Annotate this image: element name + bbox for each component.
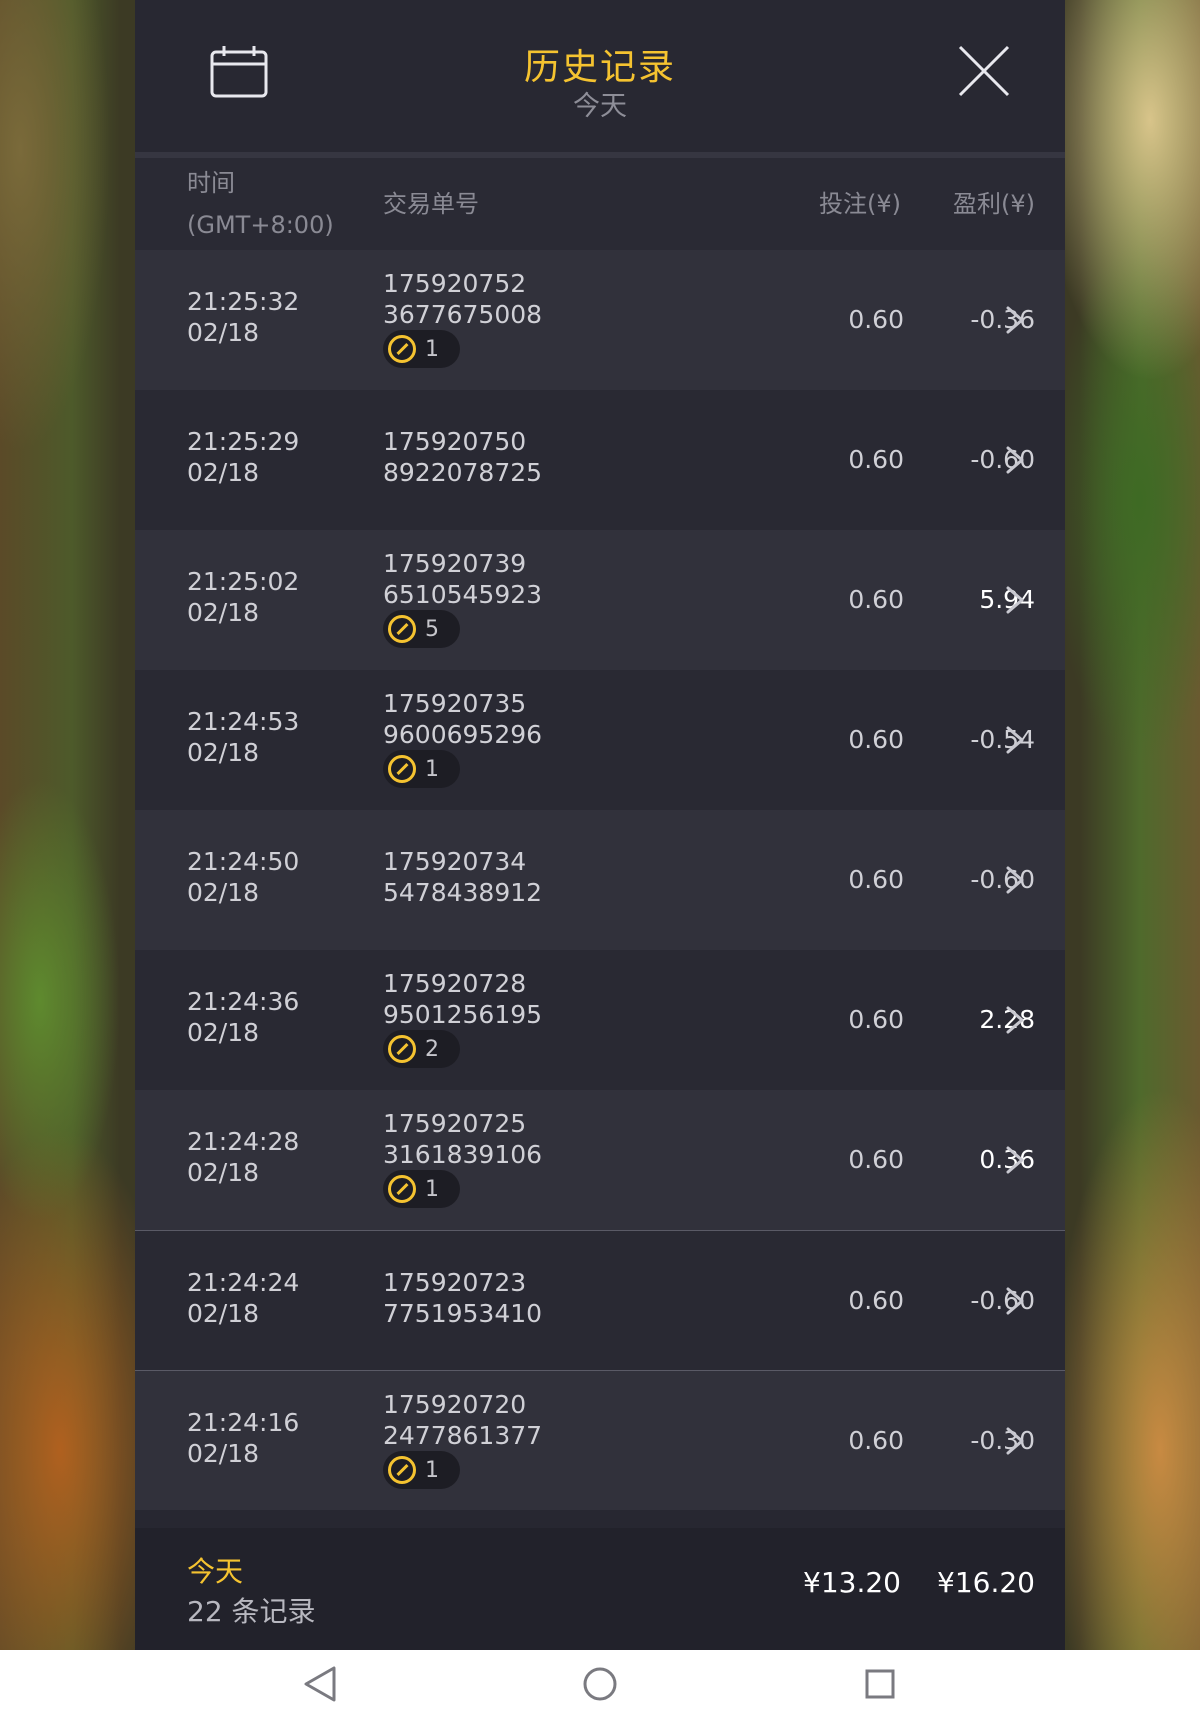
- history-list: 21:25:32 02/18 175920752 3677675008 1 0.60 -0.…: [135, 250, 1065, 1510]
- chevron-right-icon[interactable]: [1004, 1427, 1026, 1455]
- row-order-number: 175920750 8922078725: [383, 427, 543, 487]
- table-row[interactable]: 21:24:53 02/18 175920735 9600695296 1 0.60 -0.…: [135, 670, 1065, 810]
- row-time: 21:24:28 02/18: [187, 1127, 300, 1187]
- close-icon[interactable]: [957, 44, 1011, 98]
- chevron-right-icon[interactable]: [1004, 1146, 1026, 1174]
- total-profit: ¥16.20: [937, 1566, 1035, 1599]
- table-row[interactable]: 21:25:29 02/18 175920750 8922078725 0.60 -0.6…: [135, 390, 1065, 530]
- row-time: 21:25:29 02/18: [187, 427, 300, 487]
- badge-count: 1: [425, 1457, 439, 1483]
- row-order-number: 175920752 3677675008: [383, 269, 543, 329]
- chevron-right-icon[interactable]: [1004, 1006, 1026, 1034]
- date-filter-label: 今天: [573, 91, 627, 122]
- row-time: 21:24:50 02/18: [187, 847, 300, 907]
- badge-count: 1: [425, 1176, 439, 1202]
- chevron-right-icon[interactable]: [1004, 586, 1026, 614]
- free-spin-badge: 1: [383, 1451, 460, 1489]
- row-order-number: 175920725 3161839106: [383, 1109, 543, 1169]
- badge-count: 2: [425, 1036, 439, 1062]
- free-spin-badge: 5: [383, 610, 460, 648]
- page-title: 历史记录: [523, 47, 676, 88]
- row-order-number: 175920739 6510545923: [383, 549, 543, 609]
- row-time: 21:24:16 02/18: [187, 1408, 300, 1468]
- row-order-number: 175920734 5478438912: [383, 847, 543, 907]
- row-time: 21:24:24 02/18: [187, 1268, 300, 1328]
- table-row[interactable]: 21:24:36 02/18 175920728 9501256195 2 0.60 2.2…: [135, 950, 1065, 1090]
- history-panel: 历史记录 今天 时间 (GMT+8:00) 交易单号 投注(¥) 盈利(¥) 2…: [135, 0, 1065, 1650]
- row-time: 21:24:36 02/18: [187, 987, 300, 1047]
- back-triangle-icon[interactable]: [303, 1666, 337, 1702]
- coin-icon: [388, 615, 416, 643]
- table-row[interactable]: 21:24:50 02/18 175920734 5478438912 0.60 -0.6…: [135, 810, 1065, 950]
- table-row[interactable]: 21:24:24 02/18 175920723 7751953410 0.60 -0.6…: [135, 1230, 1065, 1370]
- table-row[interactable]: 21:24:28 02/18 175920725 3161839106 1 0.60 0.3…: [135, 1090, 1065, 1230]
- recent-apps-square-icon[interactable]: [865, 1669, 895, 1699]
- column-header-profit: 盈利(¥): [953, 190, 1035, 218]
- coin-icon: [388, 335, 416, 363]
- chevron-right-icon[interactable]: [1004, 306, 1026, 334]
- summary-period-label: 今天: [187, 1555, 244, 1588]
- badge-count: 1: [425, 336, 439, 362]
- coin-icon: [388, 1035, 416, 1063]
- badge-count: 1: [425, 756, 439, 782]
- free-spin-badge: 1: [383, 330, 460, 368]
- home-circle-icon[interactable]: [583, 1667, 617, 1701]
- badge-count: 5: [425, 616, 439, 642]
- record-count: 22 条记录: [187, 1595, 316, 1628]
- free-spin-badge: 1: [383, 1170, 460, 1208]
- row-time: 21:25:32 02/18: [187, 287, 300, 347]
- column-header-order: 交易单号: [383, 190, 479, 218]
- chevron-right-icon[interactable]: [1004, 1287, 1026, 1315]
- chevron-right-icon[interactable]: [1004, 726, 1026, 754]
- chevron-right-icon[interactable]: [1004, 866, 1026, 894]
- panel-header: 历史记录 今天: [135, 0, 1065, 152]
- coin-icon: [388, 755, 416, 783]
- row-order-number: 175920720 2477861377: [383, 1390, 543, 1450]
- table-row[interactable]: 21:25:32 02/18 175920752 3677675008 1 0.60 -0.…: [135, 250, 1065, 390]
- table-row[interactable]: 21:24:16 02/18 175920720 2477861377 1 0.60 -0.…: [135, 1370, 1065, 1510]
- coin-icon: [388, 1456, 416, 1484]
- row-order-number: 175920735 9600695296: [383, 689, 543, 749]
- summary-footer: 今天 22 条记录 ¥13.20 ¥16.20: [135, 1528, 1065, 1650]
- column-header-time: 时间 (GMT+8:00): [187, 169, 334, 239]
- free-spin-badge: 2: [383, 1030, 460, 1068]
- row-order-number: 175920728 9501256195: [383, 969, 543, 1029]
- row-time: 21:24:53 02/18: [187, 707, 300, 767]
- system-nav-bar: [0, 1650, 1200, 1718]
- table-header: 时间 (GMT+8:00) 交易单号 投注(¥) 盈利(¥): [135, 158, 1065, 250]
- row-order-number: 175920723 7751953410: [383, 1268, 543, 1328]
- chevron-right-icon[interactable]: [1004, 446, 1026, 474]
- free-spin-badge: 1: [383, 750, 460, 788]
- table-row[interactable]: 21:25:02 02/18 175920739 6510545923 5 0.60 5.9…: [135, 530, 1065, 670]
- coin-icon: [388, 1175, 416, 1203]
- row-time: 21:25:02 02/18: [187, 567, 300, 627]
